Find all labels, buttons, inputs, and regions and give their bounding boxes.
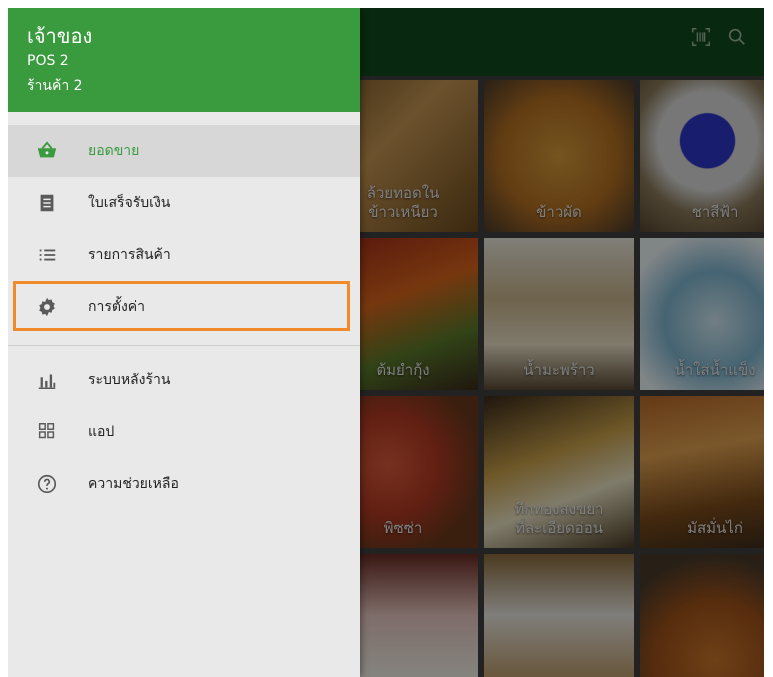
list-icon — [39, 249, 56, 261]
product-tile[interactable]: ข้าวผัด — [484, 80, 634, 232]
product-name: ข้าวผัด — [536, 203, 582, 221]
navigation-drawer: เจ้าของ POS 2 ร้านค้า 2 ยอดขาย ใบเสร็จรั… — [8, 8, 360, 677]
settings-highlight-box — [13, 281, 350, 331]
barcode-scan-icon[interactable] — [690, 26, 712, 48]
menu-item-items[interactable]: รายการสินค้า — [8, 229, 360, 281]
product-grid: ล้วยทอดใน ข้าวเหนียว ข้าวผัด ชาสีฟ้า ต้ม… — [328, 76, 764, 677]
product-tile[interactable] — [484, 554, 634, 677]
app-window: ล้วยทอดใน ข้าวเหนียว ข้าวผัด ชาสีฟ้า ต้ม… — [8, 8, 764, 677]
product-tile[interactable]: มัสมั่นไก่ — [640, 396, 764, 548]
menu-item-receipts[interactable]: ใบเสร็จรับเงิน — [8, 177, 360, 229]
menu-item-label: ใบเสร็จรับเงิน — [88, 195, 171, 211]
menu-item-label: ยอดขาย — [88, 143, 140, 159]
menu-item-help[interactable]: ความช่วยเหลือ — [8, 458, 360, 510]
menu-item-back-office[interactable]: ระบบหลังร้าน — [8, 354, 360, 406]
menu-item-label: รายการสินค้า — [88, 247, 171, 263]
product-name: น้ำใส่น้ำแข็ง — [674, 361, 756, 379]
product-tile[interactable]: ชาสีฟ้า — [640, 80, 764, 232]
product-name: น้ำมะพร้าว — [523, 361, 595, 379]
product-tile[interactable]: น้ำมะพร้าว — [484, 238, 634, 390]
receipt-icon — [40, 194, 54, 212]
product-tile[interactable]: ทีกทองสงขยา ที่ละเอียดอ่อน — [484, 396, 634, 548]
product-tile[interactable] — [640, 554, 764, 677]
product-name: ชาสีฟ้า — [691, 203, 739, 221]
bar-chart-icon — [38, 374, 56, 389]
drawer-header: เจ้าของ POS 2 ร้านค้า 2 — [8, 8, 360, 112]
product-tile[interactable]: น้ำใส่น้ำแข็ง — [640, 238, 764, 390]
basket-icon — [37, 141, 57, 158]
menu-item-label: ความช่วยเหลือ — [88, 476, 179, 492]
help-icon — [37, 474, 57, 494]
apps-icon — [38, 423, 55, 439]
owner-name: เจ้าของ — [27, 24, 93, 48]
search-icon[interactable] — [726, 26, 748, 48]
menu-divider — [8, 345, 360, 346]
menu-item-apps[interactable]: แอป — [8, 406, 360, 458]
product-name: ทีกทองสงขยา ที่ละเอียดอ่อน — [514, 500, 604, 537]
menu-item-label: ระบบหลังร้าน — [88, 372, 171, 388]
menu-item-label: แอป — [88, 424, 115, 440]
menu-item-sales[interactable]: ยอดขาย — [8, 125, 360, 177]
pos-name: POS 2 — [27, 53, 69, 69]
product-name: มัสมั่นไก่ — [687, 519, 743, 537]
store-name: ร้านค้า 2 — [27, 78, 83, 94]
